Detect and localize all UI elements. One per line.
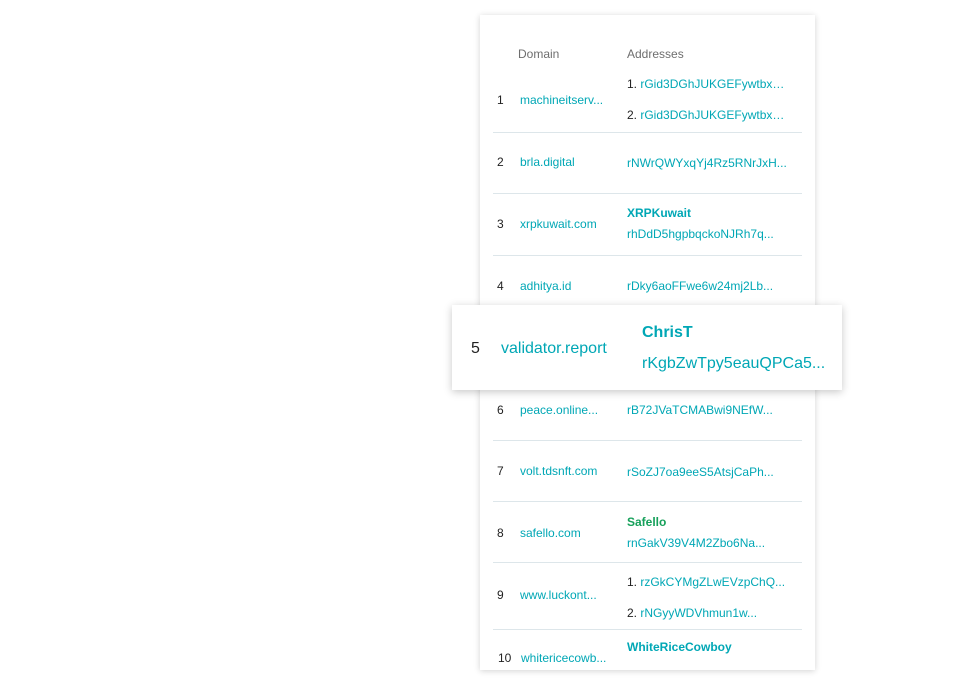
domain-link[interactable]: machineitserv... [520, 93, 612, 107]
header-addresses: Addresses [627, 47, 684, 61]
address-link[interactable]: rGid3DGhJUKGEFywtbx8... [640, 108, 789, 122]
table-row: 8 safello.com Safello rnGakV39V4M2Zbo6Na… [493, 502, 802, 563]
address-item: 2. rGid3DGhJUKGEFywtbx8... [627, 108, 789, 122]
validator-name[interactable]: WhiteRiceCowboy [627, 640, 789, 654]
row-number: 9 [497, 588, 504, 602]
domain-link[interactable]: adhitya.id [520, 279, 612, 293]
table-row-hovered[interactable]: 5 validator.report ChrisT rKgbZwTpy5eauQ… [452, 305, 842, 390]
domain-link[interactable]: whitericecowb... [521, 651, 613, 665]
row-number: 6 [497, 403, 504, 417]
row-number: 10 [498, 651, 512, 665]
table-row: 10 whitericecowb... WhiteRiceCowboy [493, 630, 802, 670]
row-number: 7 [497, 464, 504, 478]
row-number: 3 [497, 217, 504, 231]
domain-link[interactable]: brla.digital [520, 155, 612, 169]
row-number: 8 [497, 526, 504, 540]
table-row: 7 volt.tdsnft.com rSoZJ7oa9eeS5AtsjCaPh.… [493, 441, 802, 502]
address-item: 1. rzGkCYMgZLwEVzpChQ... [627, 575, 786, 589]
domain-link[interactable]: validator.report [501, 340, 607, 358]
address-link[interactable]: rGid3DGhJUKGEFywtbx8... [640, 77, 789, 91]
validator-name[interactable]: XRPKuwait [627, 206, 789, 220]
row-number: 1 [497, 93, 504, 107]
validator-name[interactable]: ChrisT [642, 324, 693, 342]
domain-link[interactable]: www.luckont... [520, 588, 612, 602]
table-row: 1 machineitserv... 1. rGid3DGhJUKGEFywtb… [493, 69, 802, 133]
domain-link[interactable]: safello.com [520, 526, 612, 540]
header-domain: Domain [518, 47, 560, 61]
address-link[interactable]: rSoZJ7oa9eeS5AtsjCaPh... [627, 465, 789, 479]
address-link[interactable]: rB72JVaTCMABwi9NEfW... [627, 403, 789, 417]
address-link[interactable]: rzGkCYMgZLwEVzpChQ... [640, 575, 785, 589]
table-row: 2 brla.digital rNWrQWYxqYj4Rz5RNrJxH... [493, 133, 802, 194]
address-link[interactable]: rNWrQWYxqYj4Rz5RNrJxH... [627, 156, 789, 170]
domain-link[interactable]: peace.online... [520, 403, 612, 417]
validator-name[interactable]: Safello [627, 515, 789, 529]
address-link[interactable]: rnGakV39V4M2Zbo6Na... [627, 536, 789, 550]
table-row: 9 www.luckont... 1. rzGkCYMgZLwEVzpChQ..… [493, 563, 802, 630]
domain-link[interactable]: volt.tdsnft.com [520, 464, 612, 478]
address-item: 1. rGid3DGhJUKGEFywtbx8... [627, 77, 789, 91]
row-number: 5 [471, 340, 480, 357]
address-link[interactable]: rDky6aoFFwe6w24mj2Lb... [627, 279, 789, 293]
address-link[interactable]: rNGyyWDVhmun1w... [640, 606, 757, 620]
domain-link[interactable]: xrpkuwait.com [520, 217, 612, 231]
address-link[interactable]: rKgbZwTpy5eauQPCa5... [642, 355, 830, 373]
row-number: 2 [497, 155, 504, 169]
address-link[interactable]: rhDdD5hgpbqckoNJRh7q... [627, 227, 789, 241]
table-row: 3 xrpkuwait.com XRPKuwait rhDdD5hgpbqcko… [493, 194, 802, 256]
address-item: 2. rNGyyWDVhmun1w... [627, 606, 758, 620]
row-number: 4 [497, 279, 504, 293]
